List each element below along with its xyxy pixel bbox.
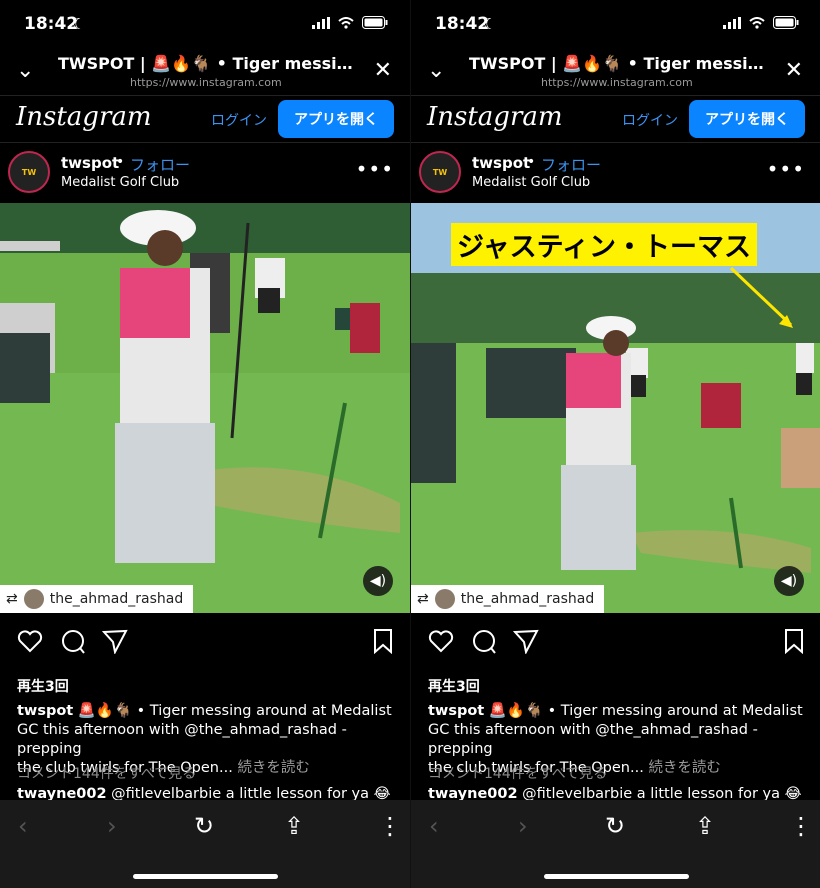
moon-icon: ☾ <box>72 15 86 33</box>
back-icon[interactable]: ‹ <box>429 812 439 840</box>
phone-screen-left: 18:42 ☾ ⌄ TWSPOT | 🚨🔥🐐 • Tiger messing a… <box>0 0 410 888</box>
post-header: TW twspot • フォロー Medalist Golf Club ••• <box>411 143 820 201</box>
more-icon[interactable]: ••• <box>767 157 805 181</box>
follow-button[interactable]: フォロー <box>130 154 190 175</box>
avatar[interactable]: TW <box>8 151 50 193</box>
phone-screen-right: 18:42 ☾ ⌄ TWSPOT | 🚨🔥🐐 • Tiger messing a… <box>410 0 820 888</box>
status-bar: 18:42 ☾ <box>0 0 410 50</box>
bookmark-icon[interactable] <box>372 628 394 654</box>
post-username[interactable]: twspot <box>61 154 119 172</box>
menu-icon[interactable]: ⋮ <box>378 812 402 840</box>
post-location[interactable]: Medalist Golf Club <box>61 175 179 190</box>
browser-header: ⌄ TWSPOT | 🚨🔥🐐 • Tiger messing a... http… <box>411 50 820 94</box>
follow-button[interactable]: フォロー <box>541 154 601 175</box>
tagged-user-avatar <box>434 589 455 609</box>
wifi-icon <box>338 16 354 29</box>
share-icon[interactable] <box>513 628 539 654</box>
tagged-user[interactable]: ⇄ the_ahmad_rashad <box>411 585 605 613</box>
tagged-user[interactable]: ⇄ the_ahmad_rashad <box>0 585 194 613</box>
browser-header: ⌄ TWSPOT | 🚨🔥🐐 • Tiger messing a... http… <box>0 50 410 94</box>
back-icon[interactable]: ‹ <box>18 812 28 840</box>
caption-username[interactable]: twspot <box>17 703 73 719</box>
read-more-link[interactable]: 続きを読む <box>237 760 310 776</box>
caption-username[interactable]: twspot <box>428 703 484 719</box>
tagged-user-avatar <box>23 589 44 609</box>
view-comments-link[interactable]: コメント144件をすべて見る <box>17 763 196 783</box>
close-icon[interactable]: ✕ <box>374 58 392 83</box>
open-app-button[interactable]: アプリを開く <box>689 100 805 138</box>
share-sheet-icon[interactable]: ⇪ <box>695 812 715 840</box>
caption-line-1: 🚨🔥🐐 • Tiger messing around at Medalist <box>484 703 803 719</box>
separator-dot: • <box>116 154 125 170</box>
status-bar: 18:42 ☾ <box>411 0 820 50</box>
repost-icon: ⇄ <box>417 591 429 607</box>
read-more-link[interactable]: 続きを読む <box>648 760 721 776</box>
moon-icon: ☾ <box>483 15 497 33</box>
open-app-button[interactable]: アプリを開く <box>278 100 394 138</box>
instagram-logo: Instagram <box>427 102 563 132</box>
post-username[interactable]: twspot <box>472 154 530 172</box>
login-link[interactable]: ログイン <box>622 110 678 130</box>
status-time: 18:42 <box>24 14 79 34</box>
caption-line-1: 🚨🔥🐐 • Tiger messing around at Medalist <box>73 703 392 719</box>
instagram-header: Instagram ログイン アプリを開く <box>411 95 820 143</box>
share-sheet-icon[interactable]: ⇪ <box>284 812 304 840</box>
volume-icon[interactable]: ◀) <box>363 566 393 596</box>
comment-icon[interactable] <box>471 628 497 654</box>
caption-line-2: GC this afternoon with @the_ahmad_rashad… <box>17 722 347 757</box>
separator-dot: • <box>527 154 536 170</box>
forward-icon[interactable]: › <box>518 812 528 840</box>
page-title: TWSPOT | 🚨🔥🐐 • Tiger messing a... <box>58 54 358 73</box>
heart-icon[interactable] <box>428 628 454 654</box>
signal-icon <box>723 16 741 29</box>
player-name-overlay: ジャスティン・トーマス <box>451 223 758 266</box>
bookmark-icon[interactable] <box>783 628 805 654</box>
menu-icon[interactable]: ⋮ <box>789 812 813 840</box>
share-icon[interactable] <box>102 628 128 654</box>
post-actions <box>411 628 820 662</box>
heart-icon[interactable] <box>17 628 43 654</box>
instagram-logo: Instagram <box>16 102 152 132</box>
page-url: https://www.instagram.com <box>541 76 693 89</box>
repost-icon: ⇄ <box>6 591 18 607</box>
status-time: 18:42 <box>435 14 490 34</box>
signal-icon <box>312 16 330 29</box>
view-count: 再生3回 <box>428 679 480 695</box>
forward-icon[interactable]: › <box>107 812 117 840</box>
post-video[interactable]: ⇄ the_ahmad_rashad ◀) <box>0 203 410 613</box>
home-indicator <box>133 874 278 879</box>
browser-toolbar: ‹ › ↻ ⇪ ⋮ <box>0 800 410 888</box>
caption-line-2: GC this afternoon with @the_ahmad_rashad… <box>428 722 758 757</box>
tagged-user-name: the_ahmad_rashad <box>49 591 184 607</box>
wifi-icon <box>749 16 765 29</box>
video-frame <box>0 203 410 613</box>
page-url: https://www.instagram.com <box>130 76 282 89</box>
reload-icon[interactable]: ↻ <box>194 812 214 840</box>
post-location[interactable]: Medalist Golf Club <box>472 175 590 190</box>
view-count: 再生3回 <box>17 679 69 695</box>
close-icon[interactable]: ✕ <box>785 58 803 83</box>
volume-icon[interactable]: ◀) <box>774 566 804 596</box>
chevron-down-icon[interactable]: ⌄ <box>427 58 445 83</box>
post-header: TW twspot • フォロー Medalist Golf Club ••• <box>0 143 410 201</box>
battery-icon <box>773 16 799 29</box>
instagram-header: Instagram ログイン アプリを開く <box>0 95 410 143</box>
battery-icon <box>362 16 388 29</box>
login-link[interactable]: ログイン <box>211 110 267 130</box>
reload-icon[interactable]: ↻ <box>605 812 625 840</box>
post-actions <box>0 628 410 662</box>
browser-toolbar: ‹ › ↻ ⇪ ⋮ <box>411 800 820 888</box>
comment-icon[interactable] <box>60 628 86 654</box>
tagged-user-name: the_ahmad_rashad <box>460 591 595 607</box>
view-comments-link[interactable]: コメント144件をすべて見る <box>428 763 607 783</box>
page-title: TWSPOT | 🚨🔥🐐 • Tiger messing a... <box>469 54 769 73</box>
chevron-down-icon[interactable]: ⌄ <box>16 58 34 83</box>
post-video[interactable]: ジャスティン・トーマス ⇄ the_ahmad_rashad ◀) <box>411 203 820 613</box>
avatar[interactable]: TW <box>419 151 461 193</box>
home-indicator <box>544 874 689 879</box>
more-icon[interactable]: ••• <box>356 157 394 181</box>
